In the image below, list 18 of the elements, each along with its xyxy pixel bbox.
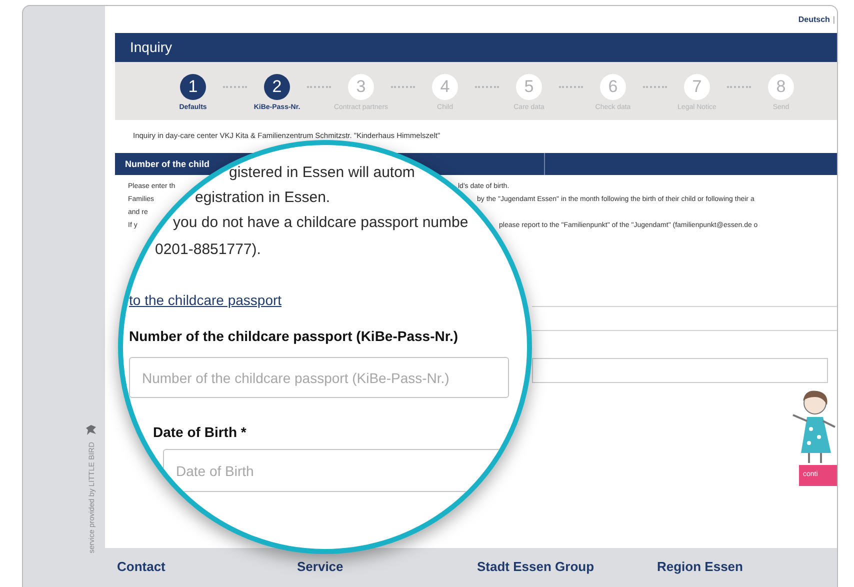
header-title: Inquiry: [130, 38, 172, 57]
field-label: Date of Birth *: [153, 423, 246, 442]
footer-heading[interactable]: Region Essen: [657, 559, 743, 574]
passport-link[interactable]: to the childcare passport: [129, 290, 282, 310]
input-field[interactable]: [532, 358, 828, 383]
bird-icon: [85, 424, 97, 436]
text-line: egistration in Essen.: [195, 188, 330, 208]
language-link[interactable]: Deutsch: [798, 14, 830, 26]
step-number[interactable]: 1: [180, 74, 206, 100]
input-field[interactable]: Number of the childcare passport (KiBe-Pass-Nr.): [129, 357, 509, 398]
footer-heading[interactable]: Contact: [117, 559, 166, 574]
step-number[interactable]: 2: [264, 74, 290, 100]
text-line: you do not have a childcare passport numbe: [173, 213, 468, 233]
text-line: 0201-8851777).: [155, 240, 261, 260]
field-label: Number of the childcare passport (KiBe-Pass-Nr.): [129, 327, 458, 346]
separator-text: |: [832, 14, 835, 26]
footer-heading[interactable]: Stadt Essen Group: [477, 559, 594, 574]
footer-heading[interactable]: Service: [297, 559, 344, 574]
